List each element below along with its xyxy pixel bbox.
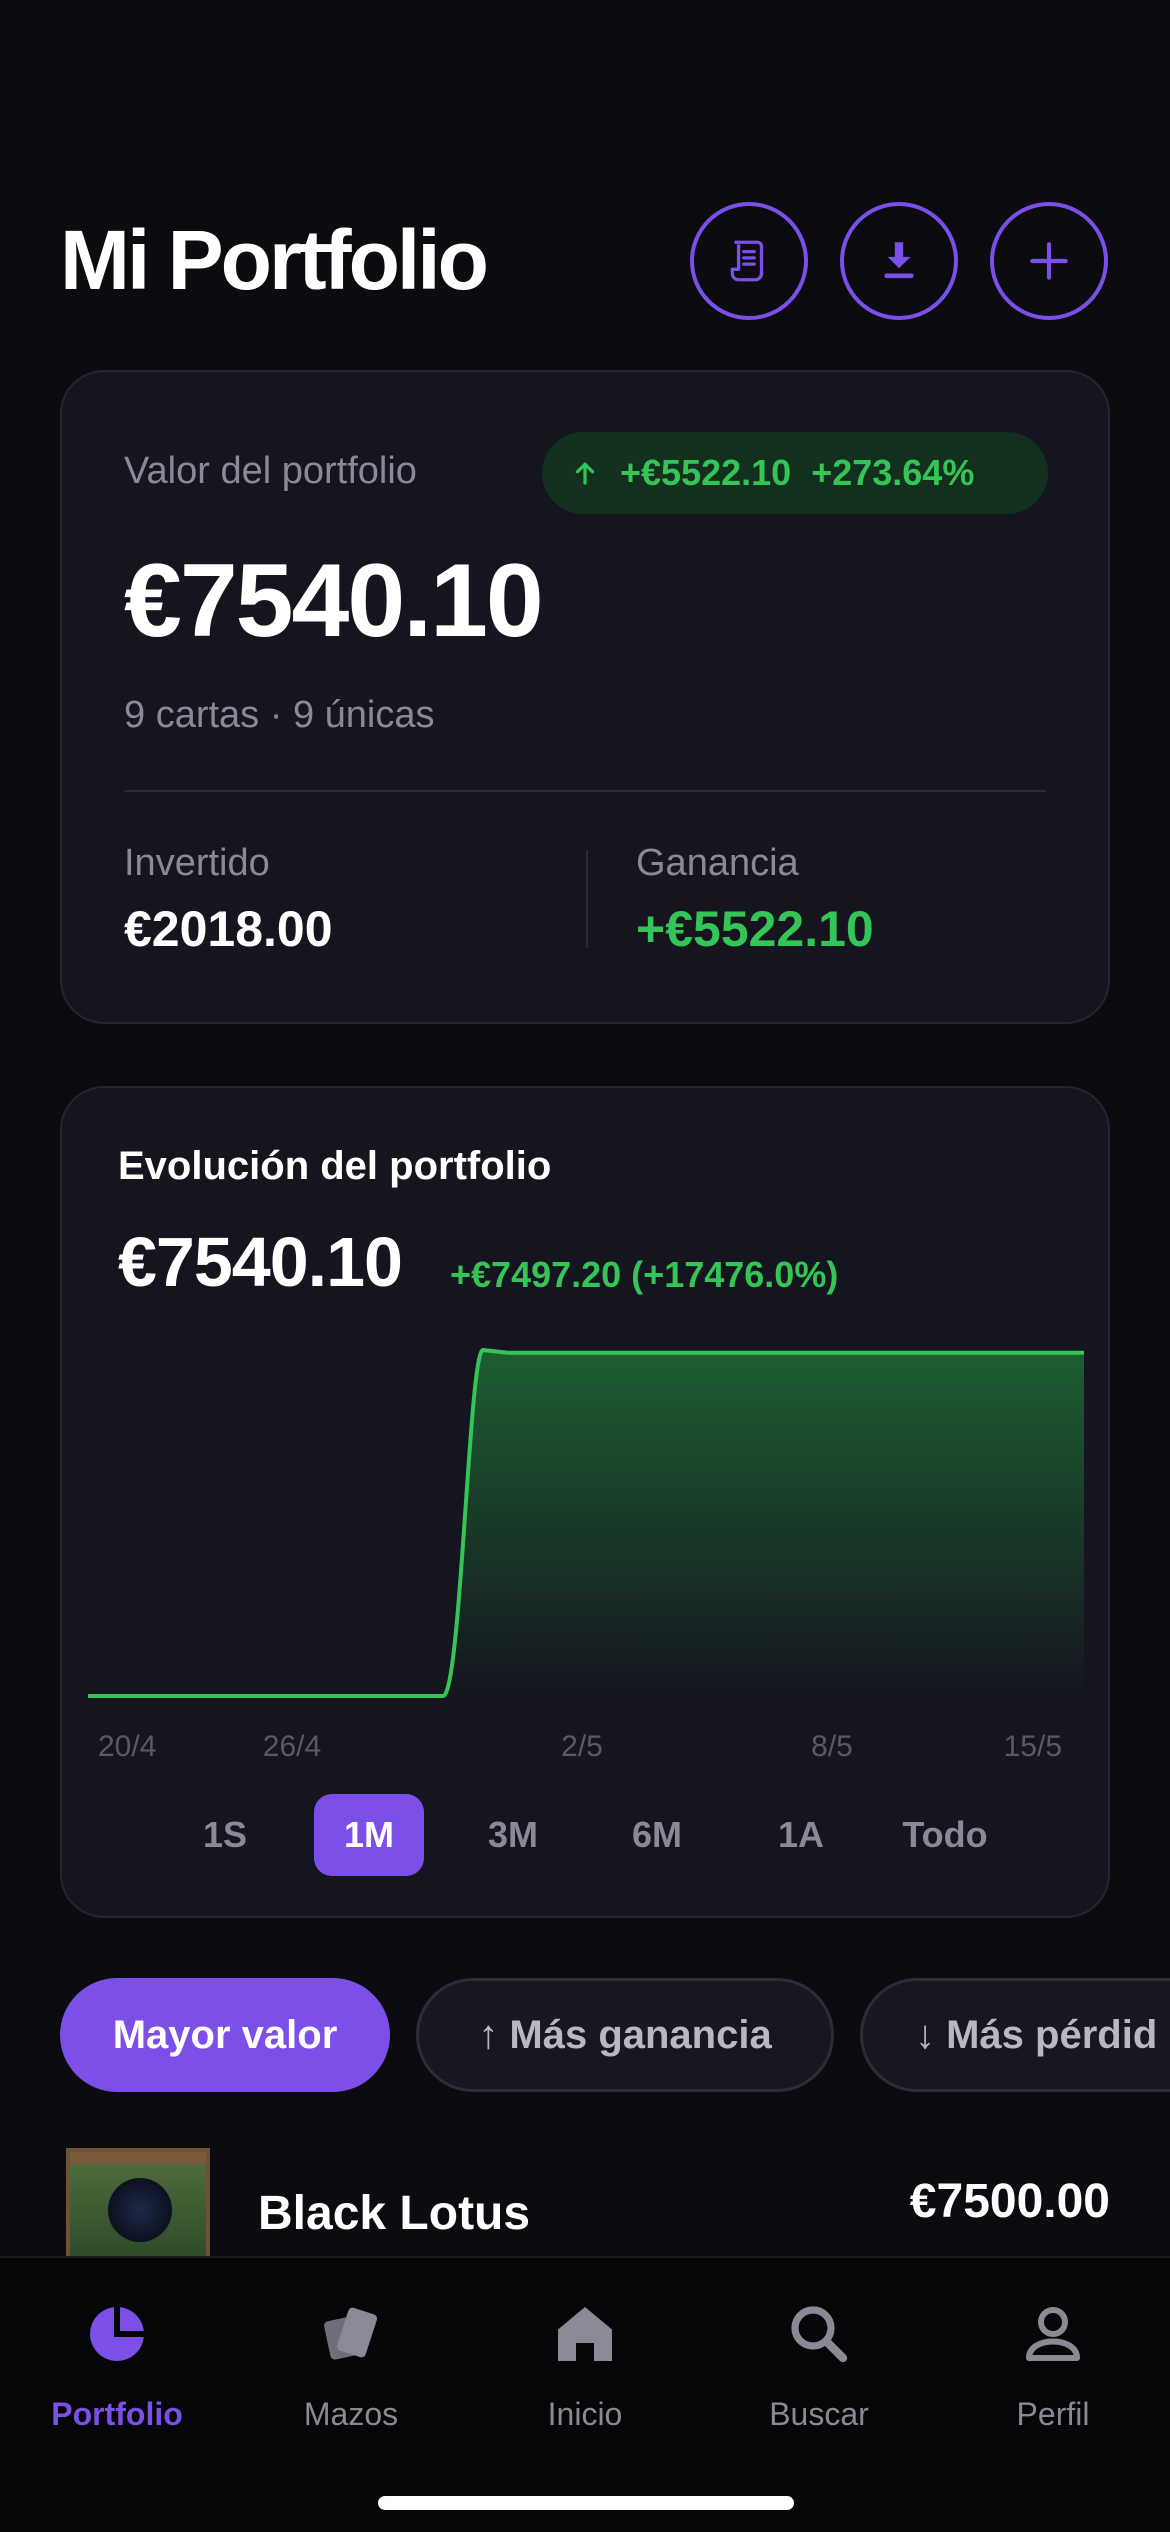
- add-button[interactable]: [990, 202, 1108, 320]
- filter-mas-perdida[interactable]: ↓ Más pérdid: [860, 1978, 1170, 2092]
- filter-mas-ganancia[interactable]: ↑ Más ganancia: [416, 1978, 834, 2092]
- receipt-button[interactable]: [690, 202, 808, 320]
- tab-perfil[interactable]: Perfil: [936, 2298, 1170, 2433]
- download-icon: [884, 242, 914, 279]
- portfolio-value: €7540.10: [124, 543, 544, 659]
- divider: [124, 790, 1046, 792]
- tab-label: Portfolio: [51, 2396, 183, 2432]
- card-count: 9 cartas · 9 únicas: [124, 694, 435, 736]
- invested-value: €2018.00: [124, 901, 333, 957]
- badge-change-value: +€5522.10: [620, 452, 792, 493]
- person-icon: [1026, 2307, 1080, 2361]
- home-icon: [558, 2307, 612, 2361]
- tab-mazos[interactable]: Mazos: [234, 2298, 468, 2433]
- tab-label: Inicio: [547, 2396, 623, 2432]
- range-3m[interactable]: 3M: [458, 1794, 568, 1876]
- range-1s[interactable]: 1S: [170, 1794, 280, 1876]
- filter-mayor-valor[interactable]: Mayor valor: [60, 1978, 390, 2092]
- plus-icon: [1030, 242, 1068, 280]
- page-title: Mi Portfolio: [60, 213, 489, 307]
- range-1m[interactable]: 1M: [314, 1794, 424, 1876]
- gain-label: Ganancia: [636, 842, 799, 884]
- tab-label: Buscar: [769, 2396, 869, 2432]
- tab-portfolio[interactable]: Portfolio: [0, 2298, 234, 2433]
- search-icon: [791, 2306, 848, 2363]
- tab-bar: Portfolio Mazos Inicio Buscar Perfil: [0, 2256, 1170, 2532]
- card-price: €7500.00: [909, 2175, 1110, 2228]
- x-tick-label: 26/4: [263, 1730, 321, 1763]
- change-badge: +€5522.10 +273.64%: [542, 432, 1048, 514]
- card-thumbnail: [66, 2148, 210, 2258]
- tab-inicio[interactable]: Inicio: [468, 2298, 702, 2433]
- tab-label: Mazos: [303, 2396, 399, 2432]
- card-name: Black Lotus: [258, 2187, 531, 2240]
- receipt-icon: [730, 240, 764, 282]
- x-tick-label: 15/5: [1004, 1730, 1062, 1763]
- range-todo[interactable]: Todo: [890, 1794, 1000, 1876]
- pie-chart-icon: [90, 2307, 144, 2361]
- x-tick-label: 2/5: [561, 1730, 603, 1763]
- evolution-card: Evolución del portfolio €7540.10 +€7497.…: [60, 1086, 1110, 1918]
- gain-value: +€5522.10: [636, 901, 874, 957]
- evolution-chart[interactable]: 20/4 26/4 2/5 8/5 15/5: [62, 1088, 1108, 1788]
- arrow-up-icon: [575, 462, 595, 485]
- range-1a[interactable]: 1A: [746, 1794, 856, 1876]
- x-tick-label: 20/4: [98, 1730, 156, 1763]
- card-art: [108, 2178, 172, 2242]
- download-button[interactable]: [840, 202, 958, 320]
- cards-icon: [324, 2307, 378, 2360]
- invested-label: Invertido: [124, 842, 270, 884]
- chart-area-fill: [88, 1350, 1084, 1698]
- home-indicator: [378, 2496, 794, 2510]
- portfolio-summary-card: Valor del portfolio +€5522.10 +273.64% €…: [60, 370, 1110, 1024]
- x-tick-label: 8/5: [811, 1730, 853, 1763]
- time-range-selector: 1S 1M 3M 6M 1A Todo: [122, 1794, 1048, 1876]
- portfolio-value-label: Valor del portfolio: [124, 450, 417, 492]
- tab-buscar[interactable]: Buscar: [702, 2298, 936, 2433]
- portfolio-screen: Mi Portfolio Valor del portfolio +€5522.…: [0, 0, 1170, 2532]
- vertical-divider: [586, 850, 588, 948]
- badge-change-percent: +273.64%: [811, 452, 975, 493]
- tab-label: Perfil: [1016, 2396, 1090, 2432]
- range-6m[interactable]: 6M: [602, 1794, 712, 1876]
